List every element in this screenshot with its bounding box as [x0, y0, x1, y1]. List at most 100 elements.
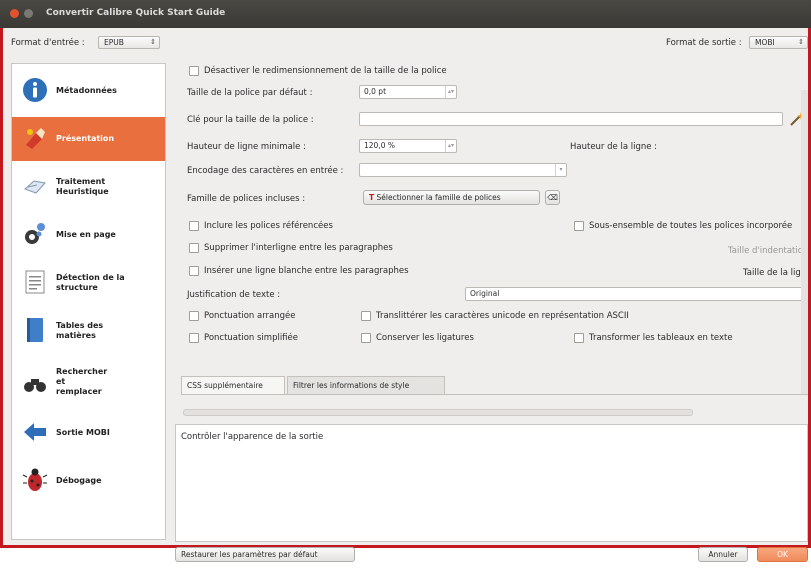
output-format-value: MOBI: [755, 38, 775, 47]
sidebar-item-label: Sortie MOBI: [56, 428, 110, 437]
output-format-label: Format de sortie :: [666, 38, 742, 48]
chevron-down-icon: ▾: [555, 164, 566, 176]
default-font-size-value: 0,0 pt: [364, 87, 387, 96]
sidebar-item-label: Tables des matières: [56, 321, 104, 340]
minimize-button[interactable]: [24, 9, 33, 18]
sidebar-item-label: Métadonnées: [56, 86, 117, 95]
help-description-text: Contrôler l'apparence de la sortie: [181, 432, 324, 442]
smarten-punctuation-label: Ponctuation arrangée: [204, 311, 296, 321]
cancel-button[interactable]: Annuler: [698, 547, 748, 562]
sidebar-item-heuristics[interactable]: Traitement Heuristique: [12, 165, 165, 209]
binoculars-icon: [24, 379, 46, 392]
spinner-arrows-icon: ▴▾: [445, 140, 456, 152]
input-format-label: Format d'entrée :: [11, 38, 85, 48]
transliterate-unicode-checkbox[interactable]: [361, 311, 371, 321]
indent-size-label: Taille d'indentatio: [728, 246, 803, 256]
sidebar-item-label: Mise en page: [56, 230, 116, 239]
sidebar: Métadonnées Présentation Traitement Heur…: [11, 63, 166, 540]
ok-button[interactable]: OK: [757, 547, 808, 562]
tab-label: Filtrer les informations de style: [293, 381, 410, 390]
chevron-updown-icon: ⇕: [798, 38, 804, 46]
horizontal-scrollbar[interactable]: [183, 409, 693, 416]
info-icon: [23, 78, 47, 102]
cancel-label: Annuler: [708, 550, 738, 559]
sidebar-item-structure-detection[interactable]: Détection de la structure: [12, 261, 165, 305]
font-icon: T: [369, 193, 375, 202]
unsmarten-punctuation-checkbox[interactable]: [189, 333, 199, 343]
linearize-tables-label: Transformer les tableaux en texte: [589, 333, 733, 343]
tab-label: CSS supplémentaire: [187, 381, 263, 390]
line-height-label: Hauteur de la ligne :: [570, 142, 658, 152]
embed-referenced-fonts-checkbox[interactable]: [189, 221, 199, 231]
sidebar-item-label: Rechercher et remplacer: [56, 367, 108, 396]
restore-defaults-button[interactable]: Restaurer les paramètres par défaut: [175, 547, 355, 562]
input-encoding-label: Encodage des caractères en entrée :: [187, 166, 344, 176]
titlebar: Convertir Calibre Quick Start Guide: [0, 0, 811, 28]
sidebar-item-mobi-output[interactable]: Sortie MOBI: [12, 411, 165, 455]
subset-fonts-checkbox[interactable]: [574, 221, 584, 231]
tab-extra-css[interactable]: CSS supplémentaire: [181, 376, 285, 394]
unsmarten-punctuation-label: Ponctuation simplifiée: [204, 333, 298, 343]
insert-blank-line-checkbox[interactable]: [189, 266, 199, 276]
ok-label: OK: [777, 550, 788, 559]
default-font-size-label: Taille de la police par défaut :: [187, 88, 313, 98]
sidebar-item-label: Détection de la structure: [56, 273, 125, 292]
toc-icon: [27, 318, 43, 342]
structure-icon: [25, 270, 45, 294]
transliterate-unicode-label: Translittérer les caractères unicode en …: [376, 311, 629, 321]
min-line-height-label: Hauteur de ligne minimale :: [187, 142, 306, 152]
clear-font-family-button[interactable]: ⌫: [545, 190, 560, 205]
format-bar: Format d'entrée : EPUB ⇕ Format de sorti…: [3, 28, 808, 58]
remove-paragraph-spacing-label: Supprimer l'interligne entre les paragra…: [204, 243, 393, 253]
text-justification-label: Justification de texte :: [187, 290, 281, 300]
keep-ligatures-label: Conserver les ligatures: [376, 333, 474, 343]
input-encoding-select[interactable]: ▾: [359, 163, 567, 177]
disable-font-rescale-checkbox[interactable]: [189, 66, 199, 76]
select-font-family-button[interactable]: T Sélectionner la famille de polices: [363, 190, 540, 205]
embed-referenced-fonts-label: Inclure les polices référencées: [204, 221, 333, 231]
chevron-updown-icon: ⇕: [150, 38, 156, 46]
sidebar-item-page-setup[interactable]: Mise en page: [12, 213, 165, 257]
bug-icon: [22, 468, 48, 491]
disable-font-rescale-label: Désactiver le redimensionnement de la ta…: [204, 66, 447, 76]
input-format-select[interactable]: EPUB ⇕: [98, 36, 160, 49]
dialog-body: Format d'entrée : EPUB ⇕ Format de sorti…: [3, 28, 808, 562]
page-setup-icon: [25, 223, 45, 244]
spinner-arrows-icon: ▴▾: [445, 86, 456, 98]
sidebar-item-search-replace[interactable]: Rechercher et remplacer: [12, 357, 165, 409]
sidebar-item-label: Débogage: [56, 476, 102, 485]
font-size-key-label: Clé pour la taille de la police :: [187, 115, 314, 125]
insert-blank-line-label: Insérer une ligne blanche entre les para…: [204, 266, 409, 276]
sidebar-item-toc[interactable]: Tables des matières: [12, 309, 165, 353]
keep-ligatures-checkbox[interactable]: [361, 333, 371, 343]
input-format-value: EPUB: [104, 38, 124, 47]
linearize-tables-checkbox[interactable]: [574, 333, 584, 343]
sidebar-item-metadata[interactable]: Métadonnées: [12, 69, 165, 113]
smarten-punctuation-checkbox[interactable]: [189, 311, 199, 321]
clear-icon: ⌫: [547, 193, 558, 202]
restore-defaults-label: Restaurer les paramètres par défaut: [181, 550, 318, 559]
min-line-height-input[interactable]: 120,0 % ▴▾: [359, 139, 457, 153]
sidebar-item-label: Présentation: [56, 134, 115, 143]
sidebar-item-debug[interactable]: Débogage: [12, 459, 165, 503]
text-justification-value: Original: [470, 289, 500, 298]
select-font-family-label: Sélectionner la famille de polices: [376, 193, 501, 202]
remove-paragraph-spacing-checkbox[interactable]: [189, 243, 199, 253]
default-font-size-input[interactable]: 0,0 pt ▴▾: [359, 85, 457, 99]
arrow-left-icon: [24, 423, 46, 441]
line-size-label: Taille de la lig: [743, 268, 801, 278]
sidebar-item-presentation[interactable]: Présentation: [12, 117, 165, 161]
text-justification-select[interactable]: Original: [465, 287, 808, 301]
subset-fonts-label: Sous-ensemble de toutes les polices inco…: [589, 221, 793, 231]
output-format-select[interactable]: MOBI ⇕: [749, 36, 808, 49]
heuristic-icon: [24, 180, 46, 194]
embed-font-family-label: Famille de polices incluses :: [187, 194, 306, 204]
dialog-footer: Restaurer les paramètres par défaut Annu…: [3, 547, 808, 573]
help-description-box: Contrôler l'apparence de la sortie: [175, 424, 808, 542]
panel-scrollbar[interactable]: [801, 90, 808, 420]
tab-filter-style[interactable]: Filtrer les informations de style: [287, 376, 445, 394]
paint-brush-icon: [26, 128, 45, 149]
font-size-key-input[interactable]: [359, 112, 783, 126]
window-title: Convertir Calibre Quick Start Guide: [46, 8, 226, 18]
close-button[interactable]: [10, 9, 19, 18]
